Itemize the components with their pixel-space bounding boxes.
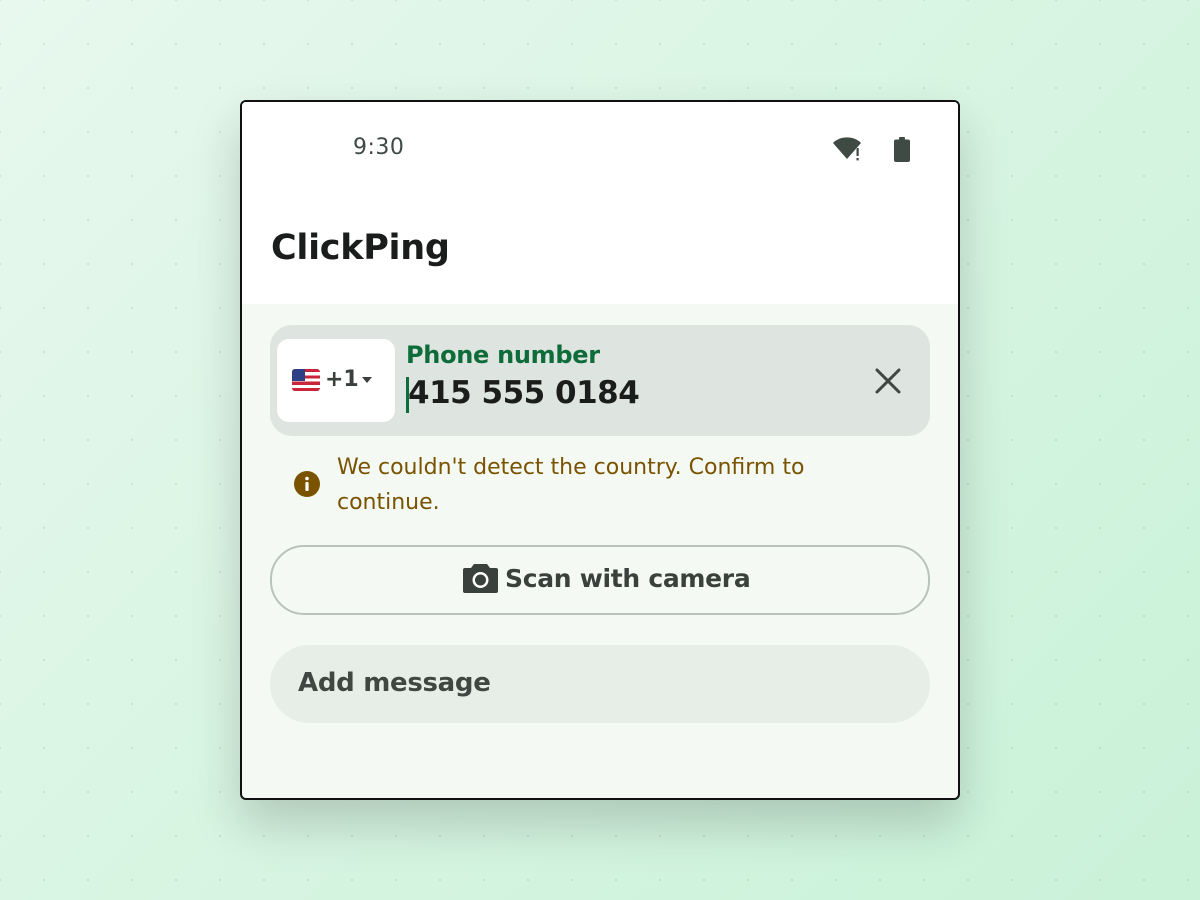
dial-code: +1	[325, 367, 359, 392]
country-warning-message: We couldn't detect the country. Confirm …	[337, 455, 805, 515]
phone-number-field[interactable]: +1 Phone number 415 555 0184	[270, 325, 930, 436]
us-flag-icon	[292, 369, 320, 391]
camera-icon	[463, 564, 498, 593]
add-message-placeholder: Add message	[298, 668, 491, 698]
scan-button-label: Scan with camera	[505, 564, 751, 593]
country-code-selector[interactable]: +1	[277, 339, 395, 422]
info-icon	[294, 471, 320, 497]
status-time: 9:30	[353, 135, 405, 160]
wifi-alert-icon	[833, 137, 861, 161]
app-header: 9:30 ClickPing	[242, 102, 958, 304]
app-title: ClickPing	[271, 228, 450, 268]
phone-number-label: Phone number	[406, 341, 600, 369]
scan-with-camera-button[interactable]: Scan with camera	[270, 545, 930, 615]
phone-number-input[interactable]: 415 555 0184	[408, 375, 640, 411]
close-icon[interactable]	[874, 367, 902, 395]
phone-screen: 9:30 ClickPing +1 Phone number 415 555 0…	[240, 100, 960, 800]
add-message-field[interactable]: Add message	[270, 645, 930, 723]
caret-down-icon	[362, 377, 372, 383]
battery-full-icon	[894, 137, 910, 162]
